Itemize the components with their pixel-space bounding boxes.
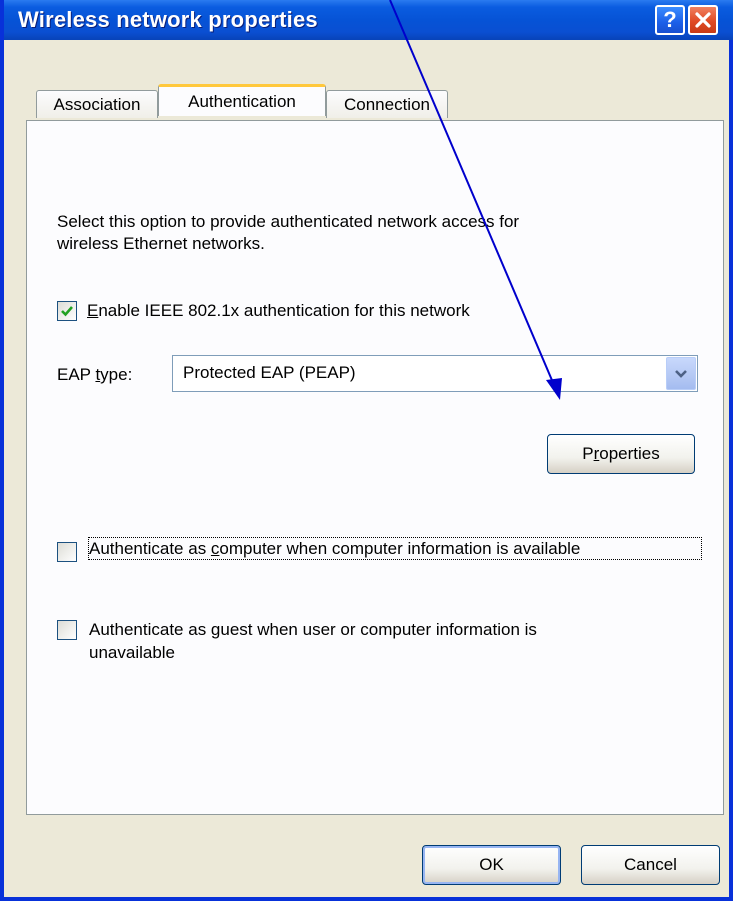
tab-association-label: Association: [53, 94, 141, 114]
eap-type-value: Protected EAP (PEAP): [183, 363, 356, 382]
tab-connection-label: Connection: [343, 94, 430, 114]
auth-as-computer-checkbox[interactable]: [57, 542, 77, 562]
question-mark-icon: ?: [663, 7, 677, 32]
ok-button[interactable]: OK: [422, 845, 561, 885]
close-button[interactable]: [688, 5, 718, 35]
tab-authentication-label: Authentication: [188, 91, 296, 111]
enable-8021x-label[interactable]: Enable IEEE 802.1x authentication for th…: [87, 300, 470, 321]
auth-as-guest-label[interactable]: Authenticate as guest when user or compu…: [89, 619, 537, 640]
help-button[interactable]: ?: [655, 5, 685, 35]
tab-connection[interactable]: Connection: [326, 90, 448, 118]
checkmark-icon: [61, 306, 73, 317]
ok-button-label: OK: [479, 855, 504, 874]
auth-as-guest-label-line2: unavailable: [89, 643, 176, 662]
auth-as-guest-checkbox[interactable]: [57, 620, 77, 640]
tab-authentication[interactable]: Authentication: [158, 84, 326, 116]
title-bar[interactable]: Wireless network properties ?: [4, 0, 733, 40]
cancel-button[interactable]: Cancel: [581, 845, 720, 885]
enable-8021x-checkbox[interactable]: [57, 301, 77, 321]
eap-type-select[interactable]: Protected EAP (PEAP): [172, 355, 698, 392]
description-line-2: wireless Ethernet networks.: [57, 234, 265, 253]
authentication-panel: Select this option to provide authentica…: [26, 120, 724, 815]
description-line-1: Select this option to provide authentica…: [57, 212, 520, 231]
dialog-client: Association Authentication Connection Se…: [4, 40, 729, 897]
properties-button-label: Properties: [582, 444, 660, 463]
tab-association[interactable]: Association: [36, 90, 158, 118]
cancel-button-label: Cancel: [624, 855, 677, 874]
x-icon: [695, 12, 711, 28]
dialog-window: Wireless network properties ? Associatio…: [0, 0, 733, 901]
eap-type-dropdown-button[interactable]: [666, 357, 696, 390]
window-title: Wireless network properties: [18, 7, 318, 32]
properties-button[interactable]: Properties: [547, 434, 695, 474]
auth-as-computer-label[interactable]: Authenticate as computer when computer i…: [88, 537, 702, 560]
chevron-down-icon: [675, 369, 687, 378]
eap-type-label: EAP type:: [57, 365, 133, 384]
